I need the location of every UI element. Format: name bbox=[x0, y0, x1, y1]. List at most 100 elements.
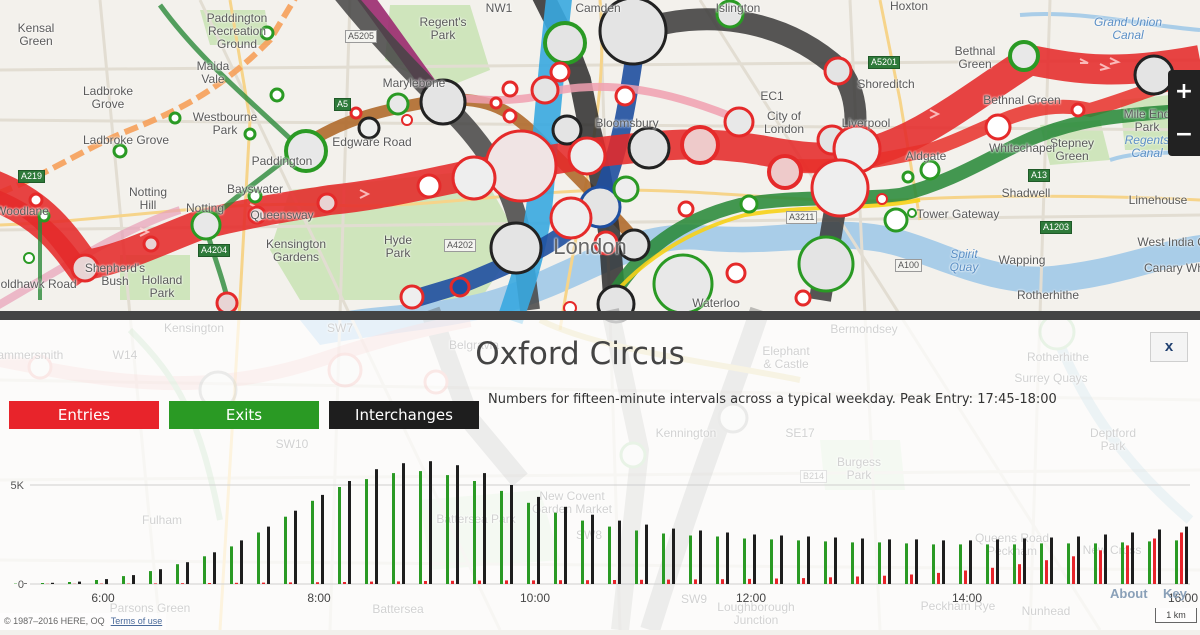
close-button[interactable]: x bbox=[1150, 332, 1188, 362]
bar-entries bbox=[1045, 560, 1048, 584]
map-place-label: Shadwell bbox=[981, 187, 1071, 200]
bar-exits bbox=[500, 491, 503, 584]
bar-entries bbox=[451, 581, 454, 584]
bar-exits bbox=[68, 582, 71, 584]
bar-interchanges bbox=[483, 473, 486, 584]
x-tick-label: 10:00 bbox=[520, 591, 550, 605]
bar-entries bbox=[343, 582, 346, 584]
map-place-label: London bbox=[545, 240, 635, 253]
map-place-label: Edgware Road bbox=[327, 136, 417, 149]
map-place-label: KensalGreen bbox=[0, 22, 81, 48]
road-number-tag: A4204 bbox=[198, 244, 230, 257]
bar-exits bbox=[608, 527, 611, 584]
legend-entries-button[interactable]: Entries bbox=[9, 401, 159, 429]
map-place-label: West India Q bbox=[1127, 236, 1200, 249]
bar-entries bbox=[1018, 564, 1021, 584]
bar-exits bbox=[905, 543, 908, 584]
legend-entries-label: Entries bbox=[58, 406, 110, 424]
bar-exits bbox=[203, 556, 206, 584]
map-place-label: HollandPark bbox=[117, 274, 207, 300]
zoom-out-button[interactable]: − bbox=[1168, 113, 1200, 156]
bar-entries bbox=[829, 577, 832, 584]
map-place-label: Camden bbox=[553, 2, 643, 15]
bar-exits bbox=[878, 542, 881, 584]
bar-interchanges bbox=[24, 583, 27, 584]
map-place-label: Liverpool bbox=[821, 117, 911, 130]
bar-entries bbox=[937, 573, 940, 584]
bar-exits bbox=[1121, 542, 1124, 584]
map-place-label: PaddingtonRecreationGround bbox=[192, 12, 282, 51]
bar-entries bbox=[1126, 545, 1129, 584]
bar-entries bbox=[289, 582, 292, 584]
bar-entries bbox=[991, 568, 994, 584]
map-place-label: KensingtonGardens bbox=[251, 238, 341, 264]
bar-exits bbox=[959, 544, 962, 584]
bar-entries bbox=[478, 581, 481, 584]
map-place-label: Hoxton bbox=[864, 0, 954, 13]
bar-entries bbox=[397, 581, 400, 584]
map-place-label: Marylebone bbox=[369, 77, 459, 90]
x-tick-label: 8:00 bbox=[307, 591, 331, 605]
bar-interchanges bbox=[861, 539, 864, 585]
key-link[interactable]: Key bbox=[1163, 586, 1187, 601]
bar-exits bbox=[554, 513, 557, 584]
bar-entries bbox=[181, 583, 184, 584]
bar-entries bbox=[424, 581, 427, 584]
bar-interchanges bbox=[51, 583, 54, 584]
bar-exits bbox=[419, 471, 422, 584]
bar-entries bbox=[802, 578, 805, 584]
bar-interchanges bbox=[321, 495, 324, 584]
bar-interchanges bbox=[780, 536, 783, 585]
chart-subtitle: Numbers for fifteen-minute intervals acr… bbox=[488, 392, 1057, 407]
map-place-label: LadbrokeGrove bbox=[63, 85, 153, 111]
map-place-label: Tower Gateway bbox=[913, 208, 1003, 221]
bar-exits bbox=[662, 534, 665, 585]
bar-interchanges bbox=[699, 531, 702, 585]
bar-interchanges bbox=[645, 525, 648, 584]
bar-entries bbox=[154, 583, 157, 584]
map-place-label: HydePark bbox=[353, 234, 443, 260]
bar-interchanges bbox=[591, 515, 594, 584]
bar-interchanges bbox=[1104, 535, 1107, 585]
bar-exits bbox=[473, 481, 476, 584]
legend-exits-button[interactable]: Exits bbox=[169, 401, 319, 429]
bar-interchanges bbox=[915, 539, 918, 584]
bar-exits bbox=[257, 533, 260, 585]
zoom-control: + − bbox=[1168, 70, 1200, 156]
legend-exits-label: Exits bbox=[226, 406, 262, 424]
map-place-label: Whitechapel bbox=[977, 142, 1067, 155]
map-place-label: Goldhawk Road bbox=[0, 278, 79, 291]
bar-entries bbox=[1099, 550, 1102, 584]
bar-exits bbox=[1175, 540, 1178, 584]
zoom-in-button[interactable]: + bbox=[1168, 70, 1200, 113]
bar-exits bbox=[581, 521, 584, 584]
y-tick-label: 0 bbox=[18, 579, 24, 591]
bar-interchanges bbox=[618, 521, 621, 584]
bar-exits bbox=[1067, 543, 1070, 584]
map-place-label: Islington bbox=[693, 2, 783, 15]
map-place-label: Regent'sPark bbox=[398, 16, 488, 42]
bar-interchanges bbox=[510, 485, 513, 584]
bar-interchanges bbox=[267, 527, 270, 584]
bar-interchanges bbox=[807, 537, 810, 585]
bar-exits bbox=[689, 536, 692, 585]
bar-entries bbox=[316, 582, 319, 584]
terms-link[interactable]: Terms of use bbox=[111, 616, 163, 626]
bar-entries bbox=[910, 575, 913, 585]
bar-interchanges bbox=[537, 497, 540, 584]
about-link[interactable]: About bbox=[1110, 586, 1148, 601]
bar-interchanges bbox=[429, 461, 432, 584]
bar-exits bbox=[149, 571, 152, 584]
legend-interchanges-button[interactable]: Interchanges bbox=[329, 401, 479, 429]
map-place-label: Bayswater bbox=[210, 183, 300, 196]
map-place-label: NW1 bbox=[454, 2, 544, 15]
map-place-label: Westbourne Park bbox=[180, 111, 270, 137]
bar-entries bbox=[1153, 539, 1156, 585]
bar-exits bbox=[338, 487, 341, 584]
road-number-tag: A100 bbox=[895, 259, 922, 272]
map-place-label: Waterloo bbox=[671, 297, 761, 310]
bar-entries bbox=[208, 583, 211, 584]
bar-interchanges bbox=[1158, 530, 1161, 585]
bar-exits bbox=[1013, 544, 1016, 584]
map-place-label: Queensway bbox=[237, 209, 327, 222]
